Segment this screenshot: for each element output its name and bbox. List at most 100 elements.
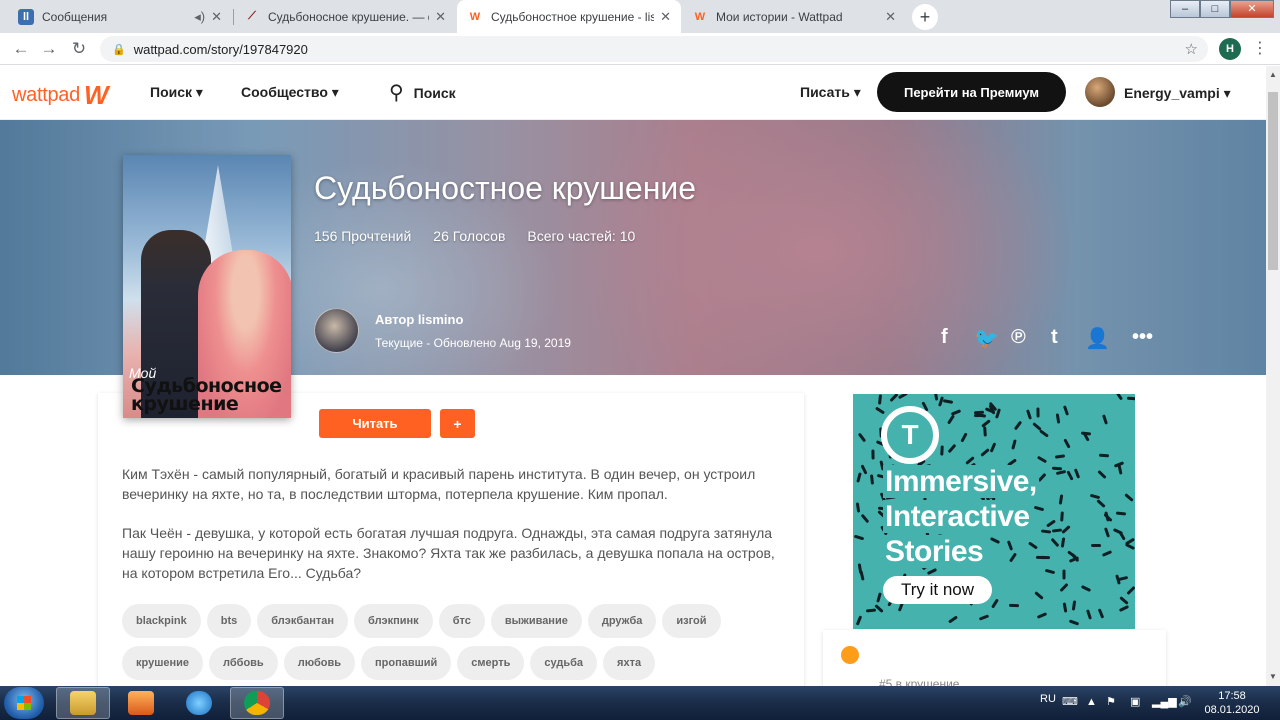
taskbar-explorer[interactable] [56,687,110,719]
tray-expand-icon[interactable]: ▲ [1086,696,1097,708]
wattpad-logo[interactable]: wattpad W [12,80,109,111]
facebook-icon[interactable]: f [941,326,948,349]
twitter-icon[interactable]: 🐦 [974,326,999,351]
lock-icon: 🔒 [112,43,126,56]
tag-pill[interactable]: лббовь [209,646,278,680]
forward-icon[interactable]: → [38,38,60,60]
user-avatar[interactable] [1085,77,1115,107]
close-window-button[interactable]: ✕ [1230,0,1274,18]
ad-pattern-dash [853,534,865,541]
network-signal-icon[interactable]: ▂▄▆ [1152,695,1177,708]
tag-pill[interactable]: яхта [603,646,656,680]
user-icon[interactable]: 👤 [1085,326,1110,351]
ad-pattern-dash [1097,469,1107,480]
taskbar-media-player[interactable] [114,687,168,719]
tag-pill[interactable]: изгой [662,604,721,638]
page-scrollbar[interactable]: ▲ ▼ [1266,66,1280,686]
story-cover[interactable]: Мой Судьбоносное крушение [123,155,291,418]
ad-pattern-dash [1071,600,1077,611]
ad-pattern-dash [1115,511,1127,516]
browser-tab-strip: ll Сообщения ◂) ✕ ⟋ Судьбоносное крушени… [0,0,1280,33]
more-icon[interactable]: ••• [1132,326,1153,349]
reload-icon[interactable]: ↻ [68,38,90,60]
minimize-button[interactable]: – [1170,0,1200,18]
add-to-list-button[interactable]: + [440,409,475,438]
tag-pill[interactable]: блэкпинк [354,604,433,638]
quill-icon: ⟋ [248,10,256,22]
keyboard-icon[interactable]: ⌨ [1062,695,1078,708]
browser-tab-fanfic[interactable]: ⟋ Судьбоносное крушение. — фа ✕ [234,0,456,33]
taskbar-ie[interactable] [172,687,226,719]
maximize-button[interactable]: □ [1200,0,1230,18]
advertisement-banner[interactable]: T Immersive, Interactive Stories Try it … [853,394,1135,629]
wattpad-icon: W [469,10,481,23]
nav-community-dropdown[interactable]: Сообщество ▾ [241,84,339,101]
bookmark-star-icon[interactable]: ☆ [1185,40,1198,58]
browser-tab-story[interactable]: W Судьбоностное крушение - lismi ✕ [457,0,681,33]
volume-icon[interactable]: 🔊 [1178,695,1192,708]
tag-pill[interactable]: любовь [283,646,355,680]
browser-menu-icon[interactable]: ⋮ [1252,38,1268,58]
ad-pattern-dash [855,615,863,626]
author-link[interactable]: Автор lismino [375,312,463,327]
story-title: Судьбоностное крушение [314,170,697,206]
ad-pattern-dash [1119,596,1129,605]
read-button[interactable]: Читать [319,409,431,438]
action-center-flag-icon[interactable]: ⚑ [1106,695,1116,708]
ad-pattern-dash [865,608,877,613]
scroll-up-icon[interactable]: ▲ [1266,68,1280,82]
ad-pattern-dash [1112,528,1124,535]
premium-button[interactable]: Перейти на Премиум [877,72,1066,112]
ad-pattern-dash [1102,414,1108,425]
tag-pill[interactable]: крушение [122,646,204,680]
ad-pattern-dash [947,414,955,425]
scroll-down-icon[interactable]: ▼ [1266,670,1280,684]
tag-pill[interactable]: blackpink [122,604,201,638]
author-avatar[interactable] [314,308,359,353]
ad-cta-button[interactable]: Try it now [883,576,992,604]
internet-explorer-icon [186,691,212,715]
tag-pill[interactable]: выживание [490,604,582,638]
tag-pill[interactable]: блэкбантан [257,604,349,638]
tag-pill[interactable]: bts [206,604,252,638]
close-tab-icon[interactable]: ✕ [885,9,896,25]
tumblr-icon[interactable]: t [1051,326,1058,349]
nav-search-dropdown[interactable]: Поиск ▾ [150,84,203,101]
pinterest-icon[interactable]: ℗ [1011,326,1026,349]
tag-pill[interactable]: пропавший [360,646,452,680]
browser-profile-avatar[interactable]: Н [1219,38,1241,60]
ranking-card[interactable]: #5 в крушение [823,630,1166,691]
address-bar[interactable]: 🔒 wattpad.com/story/197847920 ☆ [100,36,1208,62]
tag-pill[interactable]: судьба [530,646,598,680]
write-dropdown[interactable]: Писать ▾ [800,84,861,101]
caret-down-icon: ▾ [195,84,203,100]
close-tab-icon[interactable]: ✕ [211,9,222,25]
back-icon[interactable]: ← [10,38,32,60]
taskbar-chrome[interactable] [230,687,284,719]
speaker-icon[interactable]: ◂) [194,9,205,25]
close-tab-icon[interactable]: ✕ [435,9,446,25]
site-search[interactable]: ⚲ Поиск [389,80,456,105]
user-menu[interactable]: Energy_vampi ▾ [1124,85,1231,102]
tag-pill[interactable]: дружба [587,604,657,638]
browser-tab-my-stories[interactable]: W Мои истории - Wattpad ✕ [682,0,906,33]
browser-tab-messages[interactable]: ll Сообщения ◂) ✕ [8,0,232,33]
start-button[interactable] [4,687,44,719]
tag-pill[interactable]: бтс [438,604,485,638]
ad-pattern-dash [1013,420,1023,431]
ad-pattern-dash [926,567,938,576]
ad-pattern-dash [1096,499,1106,508]
ad-pattern-dash [1126,396,1135,401]
ad-pattern-dash [991,598,999,609]
messages-icon: ll [18,8,34,25]
ad-pattern-dash [1060,511,1064,522]
scrollbar-thumb[interactable] [1268,92,1278,270]
ad-pattern-dash [1040,529,1052,534]
tag-pill[interactable]: смерть [457,646,525,680]
system-clock[interactable]: 17:58 08.01.2020 [1204,689,1260,717]
close-tab-icon[interactable]: ✕ [660,9,671,25]
ad-pattern-dash [1026,409,1032,420]
device-icon[interactable]: ▣ [1130,695,1140,708]
language-indicator[interactable]: RU [1040,693,1056,705]
new-tab-button[interactable]: + [912,4,938,30]
